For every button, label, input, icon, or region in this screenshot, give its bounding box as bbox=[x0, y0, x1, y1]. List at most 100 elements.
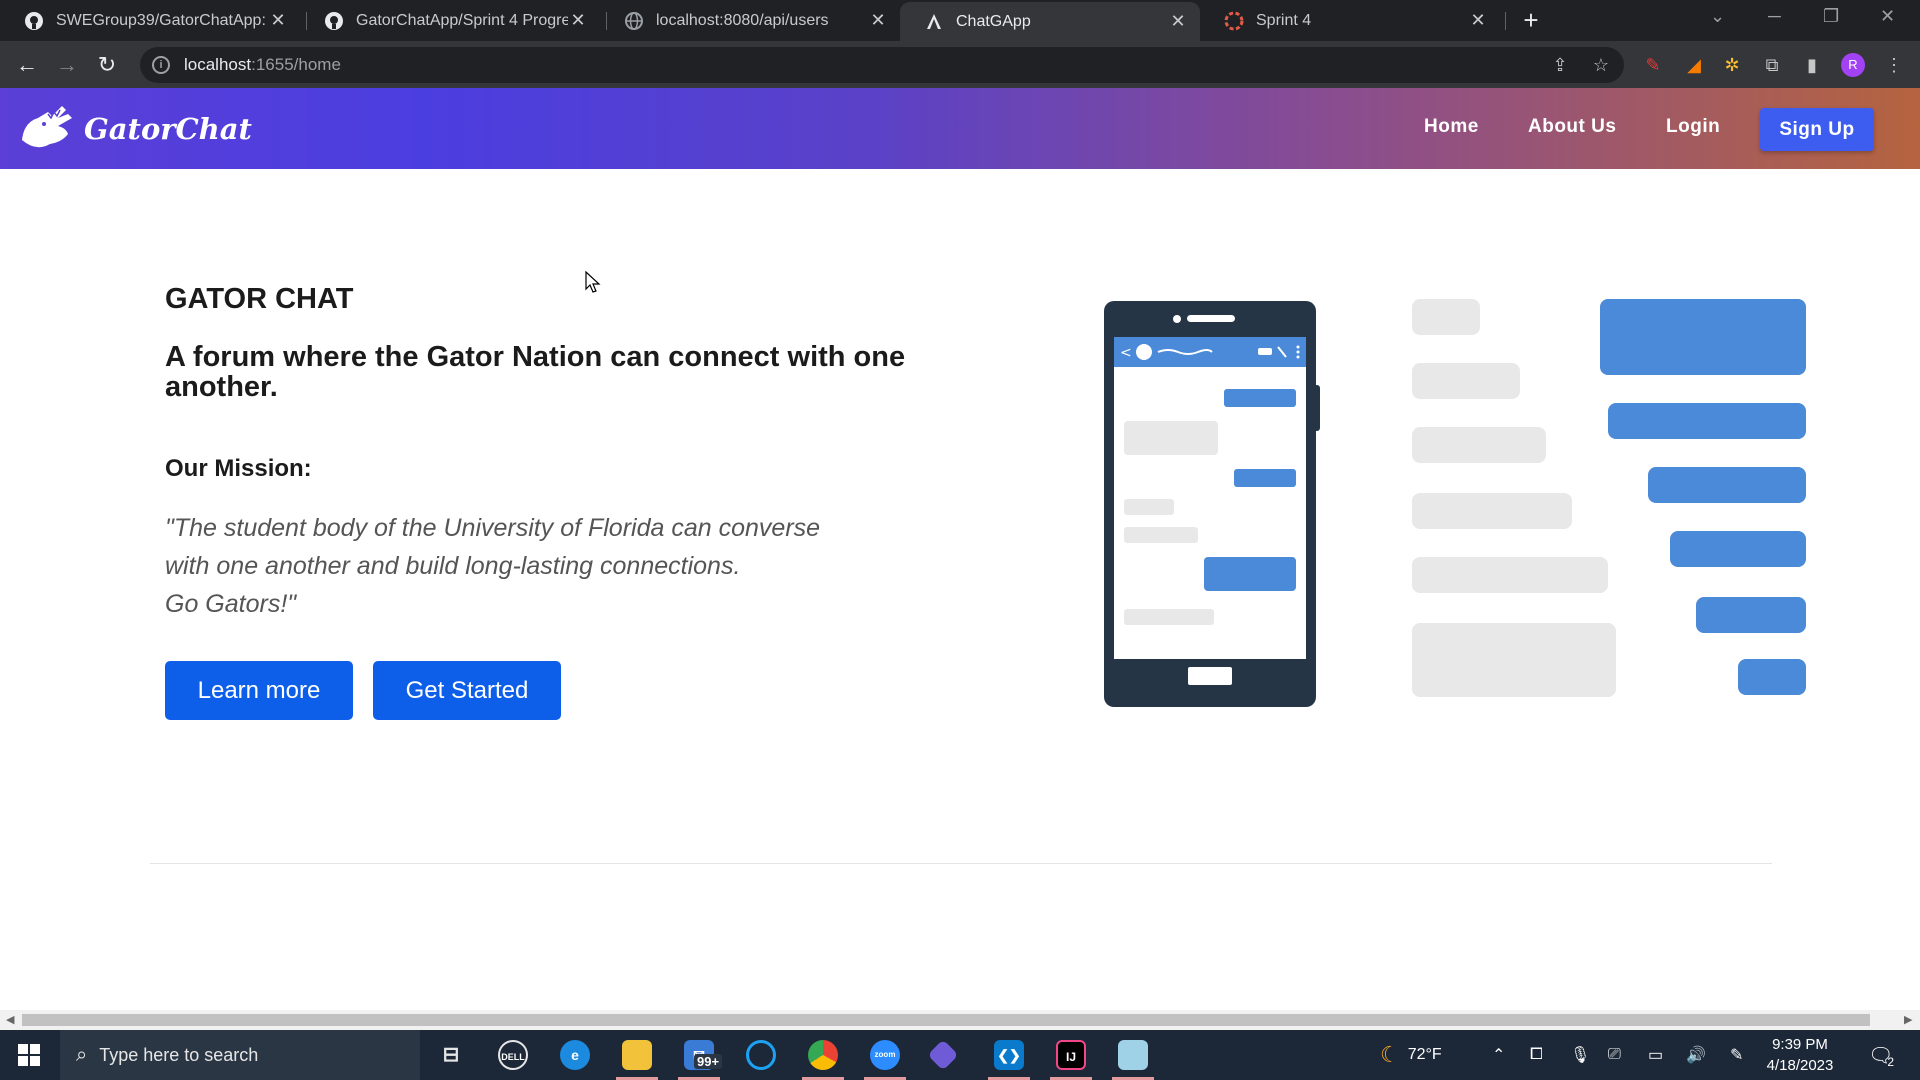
intellij-icon[interactable]: IJ bbox=[1056, 1040, 1086, 1070]
mission-quote-line: Go Gators!" bbox=[165, 590, 297, 618]
learn-more-button[interactable]: Learn more bbox=[165, 661, 353, 720]
notifications-icon[interactable]: 🗨 2 bbox=[1868, 1030, 1894, 1080]
task-view-icon[interactable]: ⊟ bbox=[436, 1040, 466, 1070]
vscode-icon[interactable]: ❮❯ bbox=[994, 1040, 1024, 1070]
close-icon[interactable]: ✕ bbox=[1168, 11, 1188, 32]
zoom-icon[interactable]: zoom bbox=[870, 1040, 900, 1070]
chrome-icon[interactable] bbox=[808, 1040, 838, 1070]
angular-icon bbox=[924, 12, 944, 32]
mission-label: Our Mission: bbox=[165, 455, 312, 482]
file-explorer-icon[interactable] bbox=[622, 1040, 652, 1070]
tab-title: Sprint 4 bbox=[1256, 11, 1312, 29]
close-icon[interactable]: ✕ bbox=[268, 10, 288, 31]
mission-quote: "The student body of the University of F… bbox=[165, 509, 925, 623]
tab-title: localhost:8080/api/users bbox=[656, 11, 829, 29]
weather-widget[interactable]: ☾ 72°F bbox=[1380, 1030, 1442, 1080]
microphone-icon[interactable]: 🎙 bbox=[1570, 1030, 1590, 1080]
globe-icon bbox=[624, 11, 644, 31]
system-clock[interactable]: 9:39 PM 4/18/2023 bbox=[1760, 1034, 1840, 1076]
mission-quote-line: with one another and build long-lasting … bbox=[165, 552, 741, 580]
browser-tab[interactable]: GatorChatApp/Sprint 4 Progress ✕ bbox=[300, 0, 600, 41]
tab-search-icon[interactable]: ⌄ bbox=[1710, 6, 1725, 27]
browser-tab-bar: SWEGroup39/GatorChatApp: Thi ✕ GatorChat… bbox=[0, 0, 1920, 41]
signup-button[interactable]: Sign Up bbox=[1760, 108, 1874, 151]
windows-taskbar: ⌕ Type here to search ⊟ DELL e ✉ 99+ zoo… bbox=[0, 1030, 1920, 1080]
battery-icon[interactable]: ▭ bbox=[1648, 1030, 1663, 1080]
site-info-icon[interactable]: i bbox=[152, 56, 170, 74]
hero-title: GATOR CHAT bbox=[165, 283, 354, 315]
moon-icon: ☾ bbox=[1380, 1042, 1400, 1067]
side-panel-icon[interactable]: ▮ bbox=[1800, 53, 1824, 77]
app-navbar: GatorChat Home About Us Login Sign Up bbox=[0, 88, 1920, 169]
mail-badge: 99+ bbox=[694, 1054, 723, 1069]
horizontal-scrollbar[interactable]: ◀ ▶ bbox=[0, 1010, 1920, 1030]
reload-icon[interactable]: ↻ bbox=[92, 50, 122, 80]
volume-icon[interactable]: 🔊 bbox=[1686, 1030, 1706, 1080]
hero-subtitle: A forum where the Gator Nation can conne… bbox=[165, 341, 906, 403]
mission-quote-line: "The student body of the University of F… bbox=[165, 514, 821, 542]
extension-marker-icon[interactable]: ◢ bbox=[1682, 53, 1706, 77]
weather-temp: 72°F bbox=[1407, 1046, 1442, 1063]
browser-toolbar: ← → ↻ i localhost:1655/home ⇪ ☆ ✎ ◢ ✲ ⧉ … bbox=[0, 41, 1920, 88]
nav-about-link[interactable]: About Us bbox=[1528, 116, 1616, 138]
mouse-cursor-icon bbox=[585, 271, 601, 293]
display-icon[interactable]: ⎚ bbox=[1608, 1030, 1621, 1080]
url-path: :1655/home bbox=[251, 55, 341, 74]
get-started-button[interactable]: Get Started bbox=[373, 661, 561, 720]
address-bar[interactable]: i localhost:1655/home bbox=[140, 47, 1624, 83]
meet-now-icon[interactable]: ⧠ bbox=[1530, 1030, 1543, 1080]
new-tab-button[interactable]: + bbox=[1516, 6, 1546, 36]
brand[interactable]: GatorChat bbox=[18, 100, 252, 158]
browser-tab[interactable]: SWEGroup39/GatorChatApp: Thi ✕ bbox=[0, 0, 300, 41]
extension-pen-icon[interactable]: ✎ bbox=[1641, 53, 1665, 77]
tab-separator bbox=[1505, 12, 1506, 30]
nav-home-link[interactable]: Home bbox=[1424, 116, 1479, 138]
dell-icon[interactable]: DELL bbox=[498, 1040, 528, 1070]
minimize-button[interactable]: ─ bbox=[1768, 6, 1781, 27]
menu-kebab-icon[interactable]: ⋮ bbox=[1882, 53, 1906, 77]
brand-name: GatorChat bbox=[84, 112, 252, 146]
clock-date: 4/18/2023 bbox=[1766, 1057, 1834, 1074]
browser-tab-active[interactable]: ChatGApp ✕ bbox=[900, 2, 1200, 41]
scroll-left-icon[interactable]: ◀ bbox=[6, 1013, 14, 1026]
bookmark-star-icon[interactable]: ☆ bbox=[1589, 53, 1613, 77]
sprint-icon bbox=[1224, 11, 1244, 31]
tab-title: ChatGApp bbox=[956, 12, 1031, 30]
phone-illustration: < bbox=[1104, 301, 1320, 707]
tab-title: GatorChatApp/Sprint 4 Progress bbox=[356, 11, 568, 29]
github-icon bbox=[24, 11, 44, 31]
window-close-button[interactable]: ✕ bbox=[1880, 6, 1895, 27]
github-icon bbox=[324, 11, 344, 31]
edge-icon[interactable]: e bbox=[560, 1040, 590, 1070]
chevron-up-icon[interactable]: ⌃ bbox=[1492, 1030, 1505, 1080]
browser-tab[interactable]: localhost:8080/api/users ✕ bbox=[600, 0, 900, 41]
share-icon[interactable]: ⇪ bbox=[1548, 53, 1572, 77]
svg-text:<: < bbox=[1120, 345, 1132, 361]
clock-time: 9:39 PM bbox=[1772, 1036, 1828, 1053]
close-icon[interactable]: ✕ bbox=[568, 10, 588, 31]
url-host: localhost bbox=[184, 55, 252, 74]
close-icon[interactable]: ✕ bbox=[868, 10, 888, 31]
power-automate-icon[interactable] bbox=[927, 1039, 959, 1071]
tab-title: SWEGroup39/GatorChatApp: Thi bbox=[56, 11, 268, 29]
scroll-right-icon[interactable]: ▶ bbox=[1904, 1013, 1912, 1026]
cortana-icon[interactable] bbox=[746, 1040, 776, 1070]
scrollbar-thumb[interactable] bbox=[22, 1014, 1870, 1026]
close-icon[interactable]: ✕ bbox=[1468, 10, 1488, 31]
extension-bug-icon[interactable]: ✲ bbox=[1720, 53, 1744, 77]
windows-start-icon[interactable] bbox=[18, 1044, 40, 1066]
section-divider bbox=[150, 863, 1772, 864]
gray-bubbles bbox=[1412, 299, 1616, 697]
profile-avatar[interactable]: R bbox=[1841, 53, 1865, 77]
gator-logo-icon bbox=[22, 106, 72, 148]
back-arrow-icon[interactable]: ← bbox=[12, 50, 42, 80]
extensions-puzzle-icon[interactable]: ⧉ bbox=[1760, 53, 1784, 77]
restore-button[interactable]: ❐ bbox=[1823, 6, 1839, 27]
notepad-icon[interactable] bbox=[1118, 1040, 1148, 1070]
forward-arrow-icon[interactable]: → bbox=[52, 50, 82, 80]
nav-login-link[interactable]: Login bbox=[1666, 116, 1720, 138]
taskbar-search[interactable]: ⌕ Type here to search bbox=[60, 1030, 420, 1080]
pen-icon[interactable]: ✎ bbox=[1730, 1030, 1743, 1080]
blue-bubbles bbox=[1600, 299, 1806, 695]
browser-tab[interactable]: Sprint 4 ✕ bbox=[1200, 0, 1500, 41]
